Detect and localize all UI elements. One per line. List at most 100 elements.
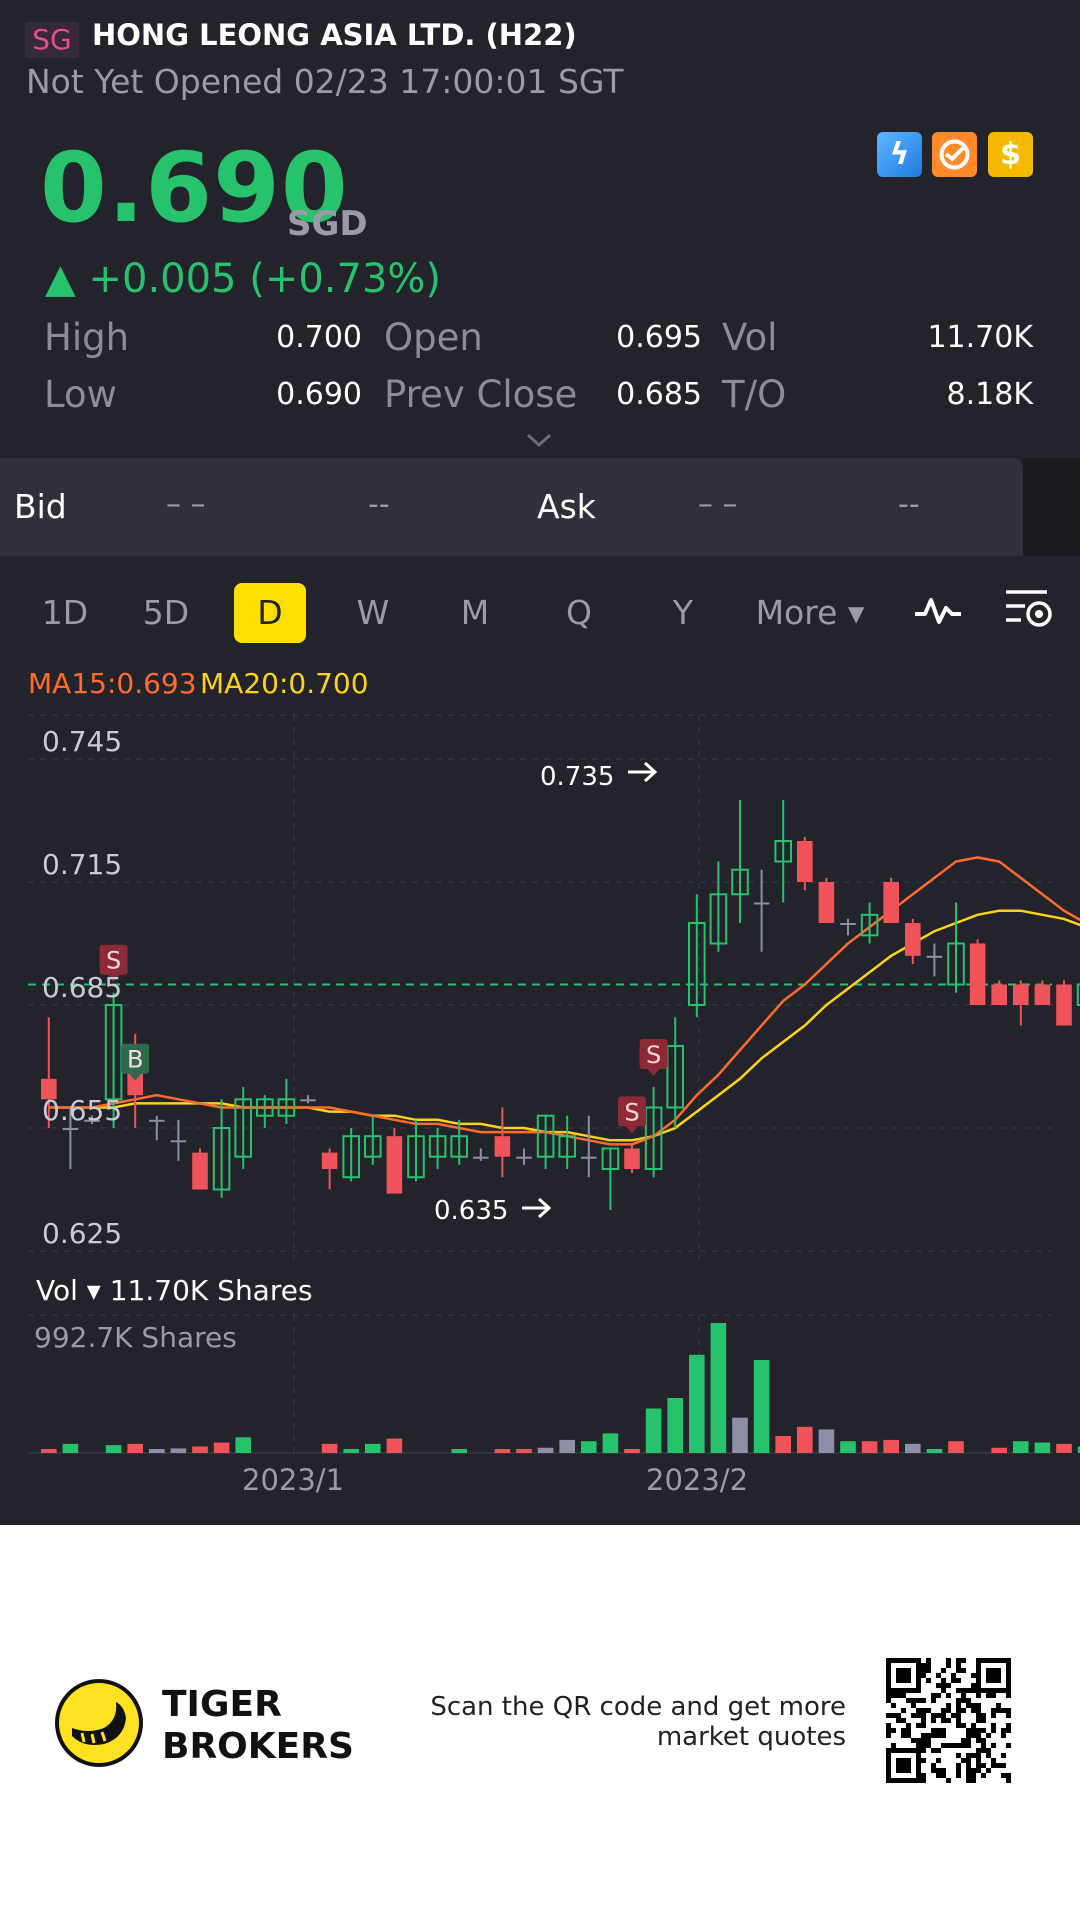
qr-module bbox=[926, 1668, 931, 1673]
qr-module bbox=[1006, 1713, 1011, 1718]
volume-bar bbox=[365, 1443, 381, 1453]
currency: SGD bbox=[287, 204, 368, 244]
qr-module bbox=[936, 1673, 941, 1678]
dollar-icon[interactable]: $ bbox=[988, 132, 1033, 177]
qr-module bbox=[986, 1753, 991, 1758]
arrow-right-icon bbox=[628, 761, 658, 783]
signal-pointer bbox=[647, 1069, 660, 1076]
qr-module bbox=[911, 1698, 916, 1703]
qr-module bbox=[941, 1743, 946, 1748]
qr-module bbox=[986, 1768, 991, 1773]
tab-yearly[interactable]: Y bbox=[648, 583, 718, 643]
qr-module bbox=[956, 1713, 961, 1718]
tab-1d[interactable]: 1D bbox=[30, 583, 100, 643]
qr-module bbox=[916, 1698, 921, 1703]
y-tick-label: 0.715 bbox=[42, 848, 122, 881]
qr-module bbox=[891, 1743, 896, 1748]
candle-body bbox=[624, 1148, 640, 1169]
qr-module bbox=[966, 1743, 971, 1748]
qr-module bbox=[921, 1773, 926, 1778]
qr-module bbox=[921, 1748, 926, 1753]
qr-module bbox=[946, 1743, 951, 1748]
lightning-icon[interactable]: ϟ bbox=[877, 132, 922, 177]
tab-monthly[interactable]: M bbox=[440, 583, 510, 643]
qr-module bbox=[966, 1698, 971, 1703]
qr-module bbox=[971, 1708, 976, 1713]
qr-module bbox=[906, 1698, 911, 1703]
chart-settings-icon[interactable] bbox=[1003, 586, 1053, 632]
max-price-annotation: 0.735 bbox=[540, 762, 614, 792]
qr-module bbox=[926, 1663, 931, 1668]
qr-module bbox=[976, 1753, 981, 1758]
volume-chart: 992.7K Shares 2023/1 2023/2 bbox=[28, 1314, 1080, 1497]
qr-module bbox=[921, 1663, 926, 1668]
volume-bar bbox=[170, 1448, 187, 1453]
arrow-right-icon bbox=[522, 1197, 552, 1219]
volume-bar bbox=[602, 1433, 619, 1453]
qr-module bbox=[926, 1738, 931, 1743]
ma15-line bbox=[48, 856, 1080, 1146]
qr-module bbox=[921, 1743, 926, 1748]
qr-module bbox=[926, 1708, 931, 1713]
qr-module bbox=[971, 1723, 976, 1728]
qr-module bbox=[971, 1773, 976, 1778]
volume-bar bbox=[861, 1441, 878, 1453]
candle-body bbox=[926, 955, 943, 958]
volume-bar bbox=[235, 1437, 251, 1453]
price-chart[interactable]: SBSS 0.745 0.715 0.685 0.655 0.625 0.735… bbox=[0, 700, 1080, 1260]
qr-module bbox=[1006, 1708, 1011, 1713]
qr-module bbox=[956, 1688, 961, 1693]
qr-module bbox=[981, 1738, 986, 1743]
qr-caption-line-2: market quotes bbox=[656, 1722, 846, 1752]
qr-module bbox=[901, 1733, 906, 1738]
qr-module bbox=[931, 1748, 936, 1753]
volume-bar bbox=[667, 1397, 683, 1453]
qr-module bbox=[956, 1743, 961, 1748]
candle-body bbox=[905, 923, 921, 956]
qr-module bbox=[941, 1728, 946, 1733]
volume-bar bbox=[451, 1449, 467, 1453]
y-tick-label: 0.625 bbox=[42, 1217, 122, 1250]
brokers-icon[interactable] bbox=[932, 132, 977, 177]
qr-module bbox=[921, 1758, 926, 1763]
qr-module bbox=[946, 1658, 951, 1663]
qr-module bbox=[936, 1773, 941, 1778]
qr-module bbox=[916, 1708, 921, 1713]
low-label: Low bbox=[44, 373, 117, 416]
tab-daily[interactable]: D bbox=[234, 583, 306, 643]
candle-body bbox=[516, 1156, 532, 1159]
qr-module bbox=[976, 1708, 981, 1713]
qr-module bbox=[911, 1713, 916, 1718]
qr-module bbox=[1006, 1743, 1011, 1748]
open-value: 0.695 bbox=[616, 320, 702, 355]
market-badge: SG bbox=[25, 22, 79, 58]
turnover-value: 8.18K bbox=[946, 377, 1033, 412]
tab-more[interactable]: More ▾ bbox=[750, 583, 870, 643]
qr-module bbox=[976, 1693, 981, 1698]
tiger-logo-icon bbox=[55, 1679, 143, 1767]
qr-module bbox=[931, 1728, 936, 1733]
tab-5d[interactable]: 5D bbox=[130, 583, 202, 643]
qr-module bbox=[991, 1713, 996, 1718]
qr-module bbox=[946, 1663, 951, 1668]
brokers-glyph-icon bbox=[939, 139, 970, 170]
tab-quarterly[interactable]: Q bbox=[544, 583, 614, 643]
brand-line-1: TIGER bbox=[162, 1684, 282, 1725]
x-tick-label: 2023/2 bbox=[646, 1463, 748, 1497]
qr-module bbox=[956, 1723, 961, 1728]
volume-bar bbox=[581, 1441, 597, 1453]
qr-module bbox=[961, 1698, 966, 1703]
volume-value: 11.70K bbox=[927, 320, 1033, 355]
qr-module bbox=[926, 1678, 931, 1683]
candle-body bbox=[840, 923, 856, 925]
qr-module bbox=[1006, 1723, 1011, 1728]
prev-close-value: 0.685 bbox=[616, 377, 702, 412]
tab-weekly[interactable]: W bbox=[338, 583, 408, 643]
volume-bar bbox=[105, 1445, 122, 1453]
qr-module bbox=[966, 1763, 971, 1768]
indicator-pulse-icon[interactable] bbox=[912, 590, 964, 630]
qr-module bbox=[936, 1748, 941, 1753]
expand-chevron-icon[interactable] bbox=[524, 430, 554, 450]
qr-module bbox=[896, 1718, 901, 1723]
qr-module bbox=[986, 1748, 991, 1753]
